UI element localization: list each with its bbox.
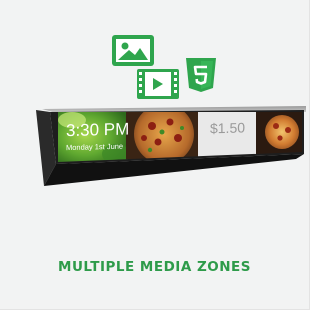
clock-time: 3:30 PM [66, 120, 129, 141]
feature-card: 3:30 PM Monday 1st June $1.50 MULTIPLE M… [0, 0, 310, 310]
feature-caption: MULTIPLE MEDIA ZONES [58, 259, 251, 275]
video-icon [137, 69, 179, 99]
html5-icon [186, 58, 216, 92]
image-icon [112, 35, 154, 66]
price-label: $1.50 [210, 119, 245, 136]
clock-date: Monday 1st June [66, 142, 123, 152]
stretched-bar-display: 3:30 PM Monday 1st June $1.50 [36, 106, 306, 186]
